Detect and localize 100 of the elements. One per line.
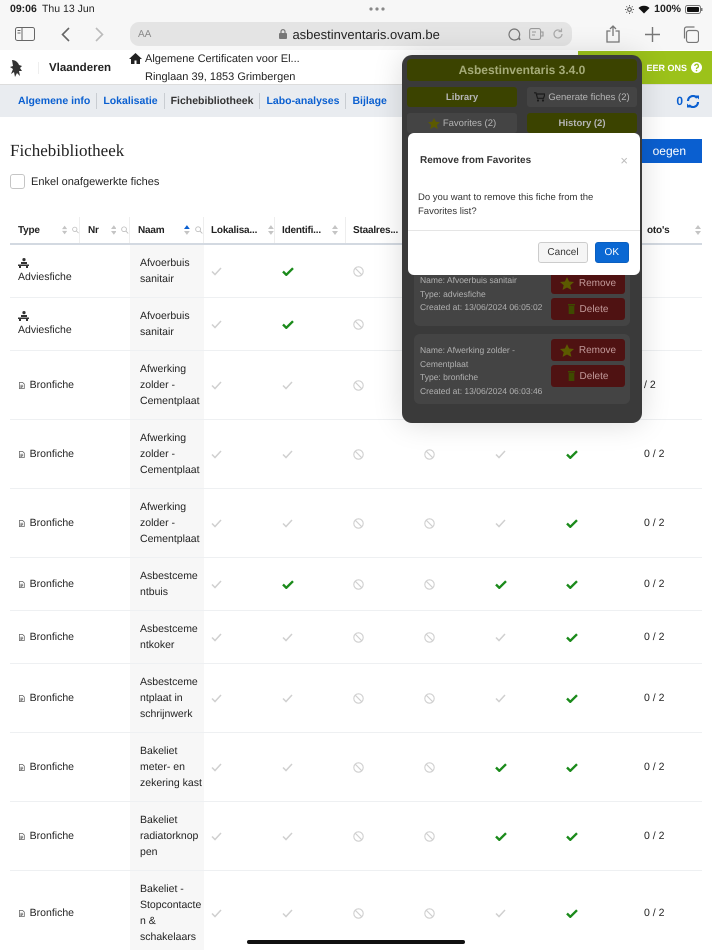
- person-desk-icon: [18, 258, 29, 268]
- delete-button[interactable]: Delete: [551, 298, 625, 320]
- popup-title: Asbestinventaris 3.4.0: [407, 59, 637, 81]
- sort-icon[interactable]: [184, 225, 190, 235]
- check-icon: [495, 762, 507, 772]
- brand-name[interactable]: Vlaanderen: [38, 62, 111, 74]
- breadcrumb-address: Ringlaan 39, 1853 Grimbergen: [145, 70, 296, 82]
- reload-icon[interactable]: [552, 28, 564, 40]
- card-text: Name: Afwerking zolder - Cementplaat: [420, 344, 516, 371]
- breadcrumb-link[interactable]: Algemene Certificaten voor El...: [145, 52, 300, 64]
- not-applicable-icon: [353, 380, 364, 390]
- check-icon: [211, 908, 222, 918]
- check-icon: [211, 832, 222, 840]
- new-tab-icon[interactable]: [645, 26, 660, 42]
- sidebar-icon[interactable]: [15, 27, 35, 41]
- status-date: Thu 13 Jun: [42, 3, 95, 15]
- check-icon: [211, 762, 222, 772]
- search-icon[interactable]: [195, 226, 203, 234]
- popup-tab[interactable]: Generate fiches (2): [527, 87, 637, 107]
- document-icon: [19, 762, 25, 772]
- more-dots-icon[interactable]: [368, 7, 385, 11]
- card-text: Name: Afvoerbuis sanitair: [420, 274, 518, 287]
- photo-count: 0 / 2: [644, 447, 664, 462]
- dialog-message: Do you want to remove this fiche from the Favorites list?: [408, 191, 640, 231]
- type-label: Bronfiche: [30, 577, 74, 592]
- type-label: Bronfiche: [30, 691, 74, 706]
- star-icon: [560, 276, 574, 290]
- share-icon[interactable]: [606, 25, 620, 43]
- column-header[interactable]: Identifi...: [282, 224, 321, 236]
- delete-button[interactable]: Delete: [551, 365, 625, 387]
- nav-tab[interactable]: Labo-analyses: [266, 95, 340, 107]
- url-text: asbestinventaris.ovam.be: [292, 26, 440, 42]
- check-icon: [282, 266, 294, 276]
- column-header[interactable]: oto's: [647, 224, 670, 236]
- check-icon: [282, 580, 294, 588]
- not-applicable-icon: [353, 448, 364, 460]
- refresh-icon[interactable]: [686, 94, 700, 108]
- column-header[interactable]: Nr: [88, 224, 99, 236]
- nav-tab[interactable]: Algemene info: [18, 95, 90, 107]
- trash-icon: [568, 304, 575, 314]
- document-icon: [19, 692, 25, 704]
- not-applicable-icon: [353, 762, 364, 772]
- check-icon: [211, 380, 222, 390]
- check-icon: [566, 580, 578, 588]
- popup-tab[interactable]: Library: [407, 87, 517, 107]
- home-icon[interactable]: [129, 53, 142, 64]
- filter-checkbox[interactable]: [10, 174, 25, 189]
- check-icon: [566, 762, 578, 772]
- check-icon: [211, 694, 222, 702]
- not-applicable-icon: [424, 632, 435, 642]
- extension-icon[interactable]: [529, 28, 544, 40]
- nav-tab[interactable]: Fichebibliotheek: [170, 95, 254, 107]
- name-cell-text: Bakeliet - Stopcontacten & schakelaars: [140, 882, 202, 945]
- check-icon: [211, 518, 222, 528]
- type-label: Bronfiche: [30, 447, 74, 462]
- name-cell-text: Afvoerbuis sanitair: [140, 309, 191, 340]
- column-header[interactable]: Staalres...: [353, 224, 398, 236]
- speech-bubble-icon[interactable]: [508, 28, 521, 40]
- document-icon: [19, 830, 25, 842]
- remove-button[interactable]: Remove: [551, 339, 625, 361]
- tabs-icon[interactable]: [682, 26, 699, 42]
- type-label: Bronfiche: [30, 378, 74, 393]
- not-applicable-icon: [353, 908, 364, 918]
- not-applicable-icon: [424, 578, 435, 590]
- help-icon[interactable]: [691, 62, 702, 73]
- photo-count: 0 / 2: [644, 829, 664, 844]
- column-header[interactable]: Naam: [138, 224, 164, 236]
- search-icon[interactable]: [72, 226, 79, 234]
- forward-icon[interactable]: [95, 26, 104, 42]
- type-label: Bronfiche: [30, 630, 74, 645]
- cancel-button[interactable]: Cancel: [538, 242, 588, 263]
- column-header[interactable]: Lokalisa...: [211, 224, 258, 236]
- filter-label[interactable]: Enkel onafgewerkte fiches: [31, 176, 160, 188]
- address-bar[interactable]: AA asbestinventaris.ovam.be: [130, 22, 572, 46]
- back-icon[interactable]: [61, 26, 70, 42]
- not-applicable-icon: [424, 762, 435, 772]
- search-icon[interactable]: [121, 226, 129, 234]
- cart-icon: [534, 92, 546, 102]
- document-icon: [19, 380, 25, 390]
- lock-icon: [279, 29, 288, 39]
- check-icon: [495, 908, 506, 918]
- nav-tab[interactable]: Bijlage: [352, 95, 387, 107]
- not-applicable-icon: [424, 448, 435, 460]
- not-applicable-icon: [353, 518, 364, 528]
- ok-button[interactable]: OK: [594, 242, 629, 263]
- check-icon: [282, 632, 293, 642]
- nav-tab[interactable]: Lokalisatie: [103, 95, 158, 107]
- photo-count: 0 / 2: [644, 516, 664, 531]
- card-text: Created at: 13/06/2024 06:05:02: [420, 301, 544, 314]
- check-icon: [566, 832, 578, 840]
- popup-tab[interactable]: Favorites (2): [407, 113, 517, 133]
- check-icon: [566, 518, 578, 528]
- not-applicable-icon: [424, 692, 435, 704]
- check-icon: [282, 380, 293, 390]
- person-desk-icon: [18, 310, 29, 320]
- column-header[interactable]: Type: [18, 224, 40, 236]
- trash-icon: [568, 371, 575, 381]
- document-icon: [19, 518, 25, 528]
- popup-tab[interactable]: History (2): [527, 113, 637, 133]
- check-icon: [495, 580, 507, 588]
